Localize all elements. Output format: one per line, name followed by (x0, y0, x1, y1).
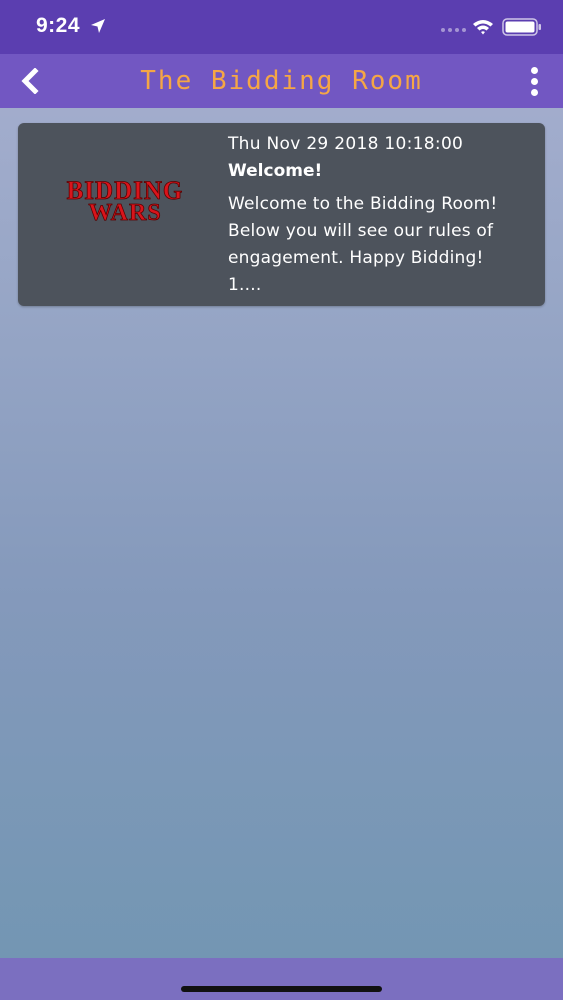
bidding-wars-logo: BIDDING WARS (66, 175, 183, 225)
status-time: 9:24 (36, 14, 81, 37)
home-indicator[interactable] (181, 986, 382, 992)
location-arrow-icon (91, 19, 105, 33)
message-date: Thu Nov 29 2018 10:18:00 (228, 134, 464, 154)
message-card[interactable]: BIDDING WARS Thu Nov 29 2018 10:18:00 We… (18, 123, 545, 306)
message-content: Thu Nov 29 2018 10:18:00 Welcome! Welcom… (228, 131, 533, 299)
status-bar: 9:24 (0, 0, 563, 54)
signal-icon (441, 28, 466, 32)
battery-icon (502, 18, 541, 36)
page-title: The Bidding Room (140, 66, 423, 96)
navigation-bar: The Bidding Room (0, 54, 563, 108)
more-options-button[interactable] (520, 66, 548, 96)
wifi-icon (473, 20, 493, 35)
bottom-bar (0, 958, 563, 1000)
message-preview: Welcome to the Bidding Room! Below you w… (228, 194, 498, 295)
svg-text:WARS: WARS (88, 200, 161, 225)
more-vertical-icon (530, 66, 538, 74)
message-title: Welcome! (228, 161, 323, 181)
